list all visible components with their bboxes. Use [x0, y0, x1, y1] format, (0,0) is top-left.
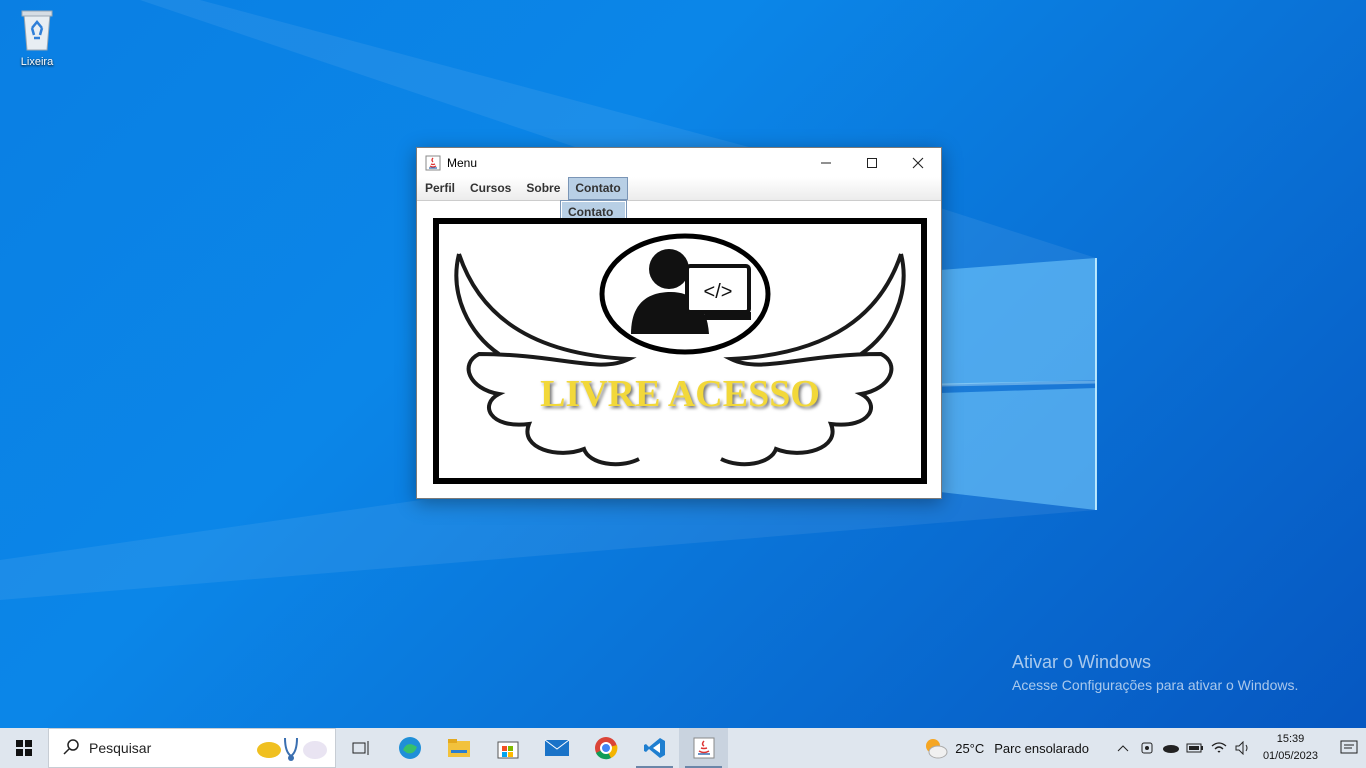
logo-text: LIVRE ACESSO	[540, 373, 820, 415]
minimize-icon[interactable]	[803, 148, 849, 177]
edge-icon[interactable]	[385, 728, 434, 768]
close-icon[interactable]	[895, 148, 941, 177]
logo-panel: </> LIVRE ACESSO	[433, 218, 927, 484]
taskbar: Pesquisar 25°C Parc ensolarado 15:39 01/…	[0, 728, 1366, 768]
start-button[interactable]	[0, 728, 48, 768]
java-taskbar-icon[interactable]	[679, 728, 728, 768]
window-title: Menu	[447, 155, 478, 170]
search-box[interactable]: Pesquisar	[48, 728, 336, 768]
search-icon	[63, 738, 79, 758]
weather-desc: Parc ensolarado	[994, 740, 1089, 756]
menu-window[interactable]: Menu Perfil Cursos Sobre Contato Contato	[416, 147, 942, 499]
onedrive-icon[interactable]	[1159, 742, 1183, 754]
title-bar[interactable]: Menu	[417, 148, 941, 177]
mail-icon[interactable]	[532, 728, 581, 768]
clock-time: 15:39	[1276, 733, 1305, 745]
chrome-icon[interactable]	[581, 728, 630, 768]
system-tray: 25°C Parc ensolarado 15:39 01/05/2023	[923, 728, 1366, 768]
weather-temp: 25°C	[955, 740, 985, 756]
recycle-bin-icon	[18, 8, 56, 52]
vscode-icon[interactable]	[630, 728, 679, 768]
menu-cursos[interactable]: Cursos	[463, 177, 518, 200]
menu-sobre[interactable]: Sobre	[519, 177, 567, 200]
notification-icon[interactable]	[1332, 740, 1366, 756]
windows-icon	[16, 740, 32, 756]
wifi-icon[interactable]	[1207, 741, 1231, 755]
maximize-icon[interactable]	[849, 148, 895, 177]
watermark-subtitle: Acesse Configurações para ativar o Windo…	[1012, 677, 1299, 693]
chevron-up-icon[interactable]	[1111, 744, 1135, 752]
weather-widget[interactable]: 25°C Parc ensolarado	[923, 736, 1089, 760]
menu-bar: Perfil Cursos Sobre Contato	[417, 177, 941, 201]
desktop-icon-label: Lixeira	[20, 56, 54, 68]
volume-icon[interactable]	[1231, 741, 1255, 755]
store-icon[interactable]	[483, 728, 532, 768]
search-highlight-icon	[255, 732, 331, 765]
menu-contato[interactable]: Contato	[568, 177, 628, 200]
task-view-icon[interactable]	[336, 728, 385, 768]
search-placeholder: Pesquisar	[89, 740, 152, 756]
meet-icon[interactable]	[1135, 741, 1159, 755]
clock[interactable]: 15:39 01/05/2023	[1263, 731, 1318, 765]
menu-perfil[interactable]: Perfil	[418, 177, 462, 200]
java-icon	[425, 155, 441, 171]
clock-date: 01/05/2023	[1262, 750, 1318, 762]
code-symbol: </>	[704, 281, 733, 303]
watermark-title: Ativar o Windows	[1012, 652, 1152, 672]
activation-watermark: Ativar o Windows Acesse Configurações pa…	[1012, 652, 1298, 693]
logo-image: </>	[454, 233, 906, 467]
file-explorer-icon[interactable]	[434, 728, 483, 768]
battery-icon[interactable]	[1183, 742, 1207, 754]
weather-icon	[926, 739, 948, 759]
desktop-icon-recycle-bin[interactable]: Lixeira	[10, 8, 64, 68]
